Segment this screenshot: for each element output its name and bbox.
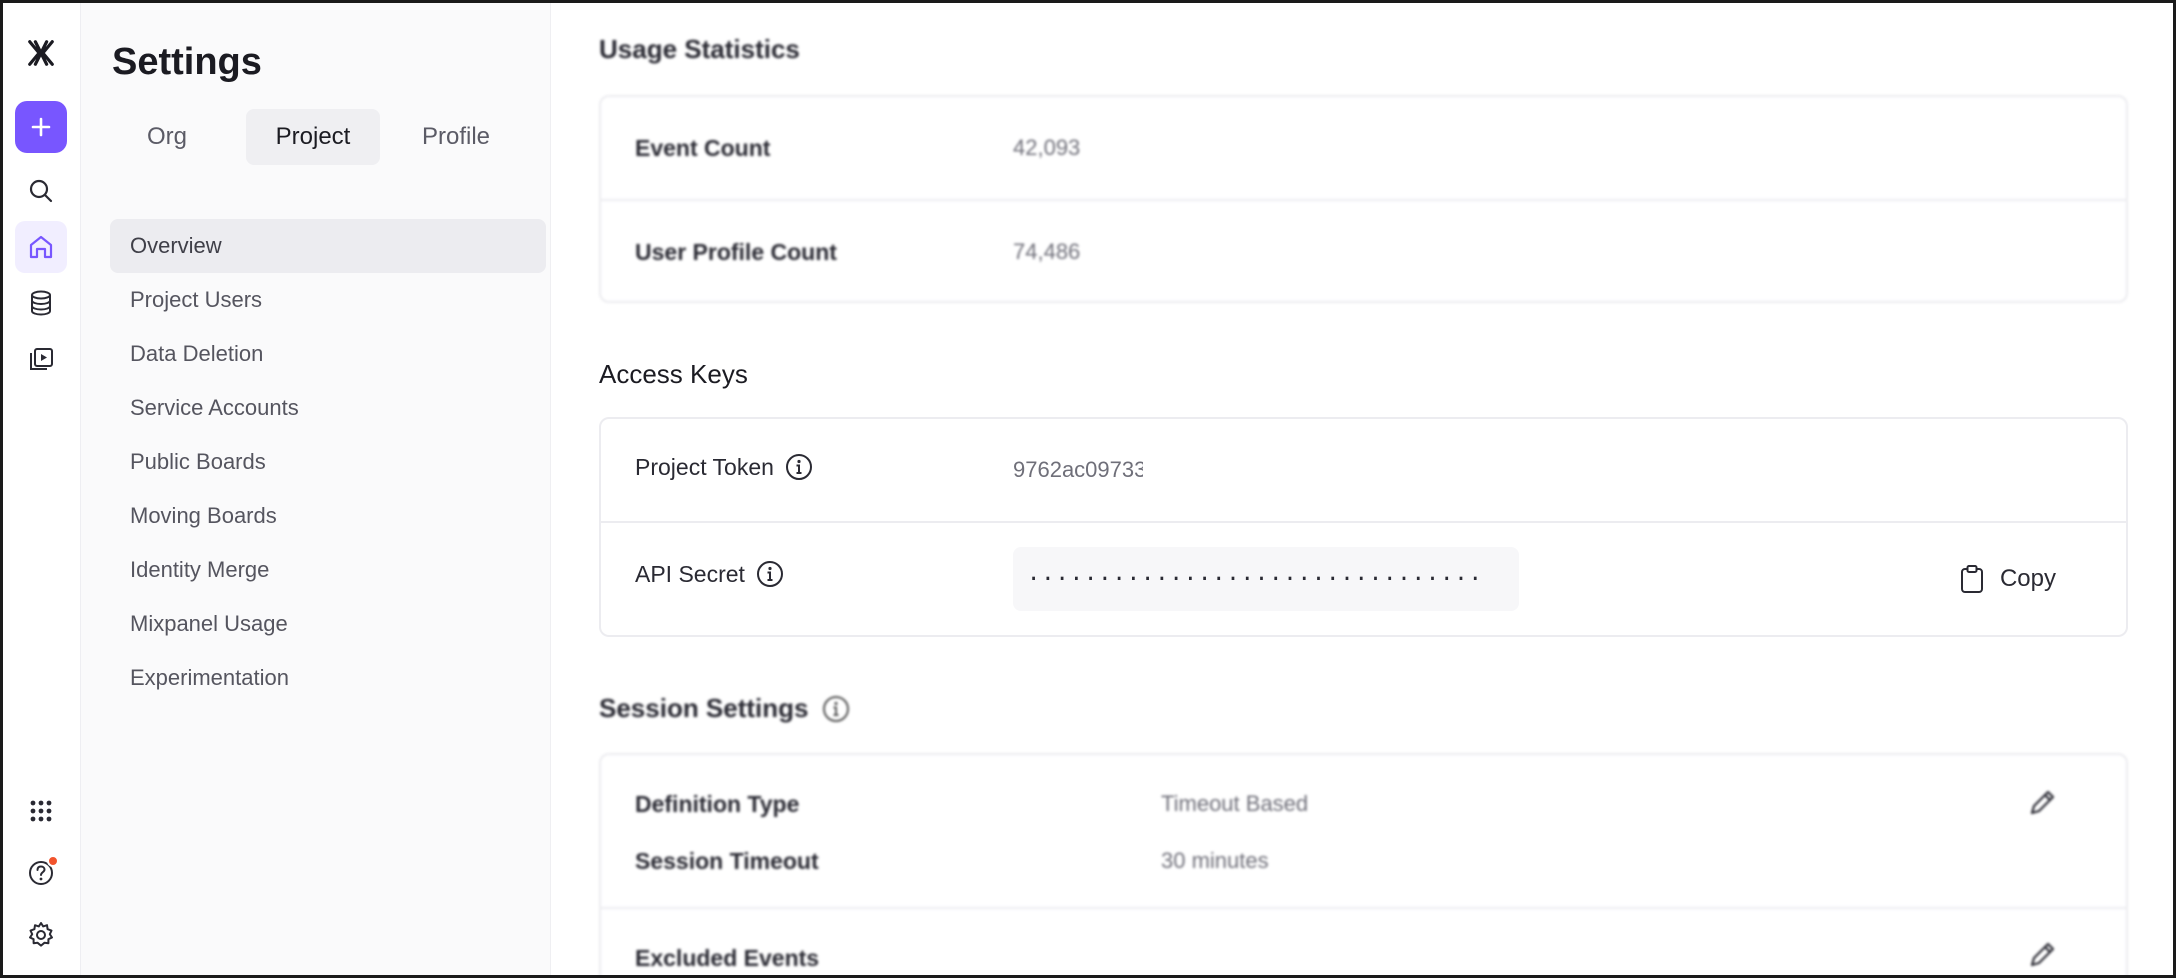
sidebar-item-service-accounts[interactable]: Service Accounts xyxy=(110,381,546,435)
sidebar-item-moving-boards[interactable]: Moving Boards xyxy=(110,489,546,543)
project-token-label-group: Project Token xyxy=(635,452,814,482)
sidebar-item-data-deletion[interactable]: Data Deletion xyxy=(110,327,546,381)
apps-grid-icon[interactable] xyxy=(15,785,67,837)
event-count-value: 42,093 xyxy=(1013,135,1081,160)
project-token-label: Project Token xyxy=(635,453,774,480)
clipboard-icon xyxy=(1960,565,1983,593)
settings-sidebar: Settings Org Project Profile Overview Pr… xyxy=(81,3,551,975)
session-definition-row: Definition Type Timeout Based Session Ti… xyxy=(601,755,2126,909)
event-count-label: Event Count xyxy=(635,135,771,161)
info-icon[interactable] xyxy=(755,559,785,589)
session-settings-title: Session Settings xyxy=(599,693,809,723)
edit-pencil-icon[interactable] xyxy=(2024,785,2060,821)
excluded-events-row: Excluded Events xyxy=(601,909,2126,975)
api-secret-label: API Secret xyxy=(635,560,745,587)
tab-org[interactable]: Org xyxy=(112,109,222,165)
access-keys-card: Project Token 9762ac09733 API Secret ···… xyxy=(599,417,2128,637)
tab-profile[interactable]: Profile xyxy=(390,109,522,165)
copy-label: Copy xyxy=(1999,565,2056,592)
app-window: Settings Org Project Profile Overview Pr… xyxy=(3,3,2173,975)
user-profile-count-value: 74,486 xyxy=(1013,239,1081,264)
session-timeout-value: 30 minutes xyxy=(1161,848,1269,873)
info-icon[interactable] xyxy=(784,452,814,482)
access-keys-title: Access Keys xyxy=(599,359,748,389)
info-icon[interactable] xyxy=(821,694,851,724)
project-token-value[interactable]: 9762ac09733 xyxy=(1013,457,1143,483)
tab-project[interactable]: Project xyxy=(246,109,380,165)
sidebar-item-identity-merge[interactable]: Identity Merge xyxy=(110,543,546,597)
edit-pencil-icon[interactable] xyxy=(2024,937,2060,973)
session-settings-title-group: Session Settings xyxy=(599,693,851,724)
boards-icon[interactable] xyxy=(15,333,67,385)
settings-gear-icon[interactable] xyxy=(15,909,67,961)
database-icon[interactable] xyxy=(15,277,67,329)
main-content: Usage Statistics Event Count 42,093 User… xyxy=(551,3,2173,975)
api-secret-field[interactable]: ································ xyxy=(1013,547,1519,611)
page-title: Settings xyxy=(112,41,262,83)
search-icon[interactable] xyxy=(15,165,67,217)
project-token-row: Project Token 9762ac09733 xyxy=(601,419,2126,523)
user-profile-count-label: User Profile Count xyxy=(635,239,837,265)
sidebar-item-experimentation[interactable]: Experimentation xyxy=(110,651,546,705)
sidebar-item-overview[interactable]: Overview xyxy=(110,219,546,273)
settings-nav-list: Overview Project Users Data Deletion Ser… xyxy=(110,219,546,705)
create-icon[interactable] xyxy=(15,101,67,153)
copy-button[interactable]: Copy xyxy=(1958,559,2056,599)
sidebar-item-mixpanel-usage[interactable]: Mixpanel Usage xyxy=(110,597,546,651)
icon-rail xyxy=(3,3,81,975)
mixpanel-logo-icon[interactable] xyxy=(15,27,67,79)
definition-type-value: Timeout Based xyxy=(1161,791,1309,816)
user-profile-count-row: User Profile Count 74,486 xyxy=(601,201,2126,301)
excluded-events-label: Excluded Events xyxy=(635,945,820,971)
api-secret-label-group: API Secret xyxy=(635,559,785,589)
notification-dot xyxy=(47,855,59,867)
help-icon[interactable] xyxy=(15,847,67,899)
event-count-row: Event Count 42,093 xyxy=(601,97,2126,201)
session-timeout-label: Session Timeout xyxy=(635,848,819,874)
sidebar-item-project-users[interactable]: Project Users xyxy=(110,273,546,327)
definition-type-label: Definition Type xyxy=(635,791,800,817)
home-icon[interactable] xyxy=(15,221,67,273)
sidebar-item-public-boards[interactable]: Public Boards xyxy=(110,435,546,489)
scope-tabs: Org Project Profile xyxy=(112,109,522,165)
usage-statistics-title: Usage Statistics xyxy=(599,34,800,64)
api-secret-row: API Secret ·····························… xyxy=(601,523,2126,635)
session-settings-card: Definition Type Timeout Based Session Ti… xyxy=(599,753,2128,975)
usage-statistics-card: Event Count 42,093 User Profile Count 74… xyxy=(599,95,2128,303)
